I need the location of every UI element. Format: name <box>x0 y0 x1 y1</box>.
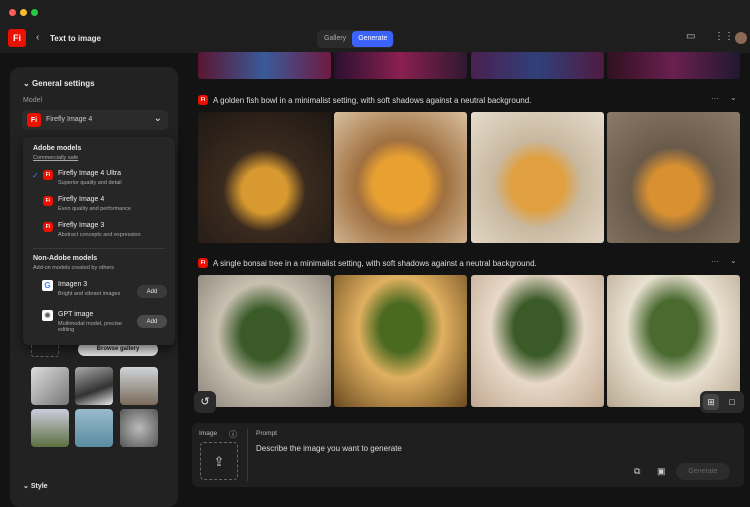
checkmark-icon: ✓ <box>32 171 39 180</box>
divider <box>247 429 248 481</box>
model-desc: Superior quality and detail <box>58 180 122 186</box>
adobe-models-title: Adobe models <box>33 145 82 152</box>
minimize-window-button[interactable] <box>20 9 27 16</box>
layout-toggle: ⊞ □ <box>700 391 744 413</box>
close-window-button[interactable] <box>9 9 16 16</box>
commercially-safe-link[interactable]: Commercially safe <box>33 155 78 161</box>
model-option[interactable]: Fi Firefly Image 3 Abstract concepts and… <box>23 220 175 246</box>
firefly-icon: Fi <box>43 196 53 206</box>
single-view-icon[interactable]: □ <box>724 394 740 410</box>
apps-grid-icon[interactable]: ⋮⋮ <box>714 31 734 42</box>
prompt-text: A golden fish bowl in a minimalist setti… <box>213 95 532 105</box>
back-chevron-icon[interactable]: ‹ <box>36 32 39 43</box>
model-desc: Abstract concepts and expression <box>58 232 141 238</box>
result-image[interactable] <box>334 52 467 79</box>
result-image[interactable] <box>471 52 604 79</box>
section-title: Style <box>30 483 48 490</box>
firefly-icon: Fi <box>198 258 208 268</box>
style-thumb[interactable] <box>75 367 113 405</box>
non-adobe-title: Non-Adobe models <box>33 255 98 262</box>
model-option: G Imagen 3 Bright and vibrant images Add <box>23 279 175 305</box>
model-label: Model <box>23 97 43 104</box>
add-gpt-image-button[interactable]: Add <box>137 315 167 328</box>
tab-gallery[interactable]: Gallery <box>318 31 352 47</box>
collapse-chevron-icon[interactable]: ⌄ <box>730 93 737 102</box>
prompt-label: Prompt <box>256 430 277 437</box>
model-desc: Bright and vibrant images <box>58 291 121 297</box>
model-option[interactable]: ✓ Fi Firefly Image 4 Ultra Superior qual… <box>23 168 175 194</box>
feedback-icon[interactable]: ▭ <box>686 31 695 42</box>
model-option: ✺ GPT image Multimodal model, precise ed… <box>23 309 175 335</box>
style-thumb[interactable] <box>31 409 69 447</box>
google-icon: G <box>42 280 53 291</box>
history-icon[interactable]: ↺ <box>194 391 216 413</box>
result-prompt: Fi A golden fish bowl in a minimalist se… <box>198 95 531 105</box>
prompt-input[interactable]: Describe the image you want to generate <box>256 444 616 453</box>
result-image[interactable] <box>607 52 740 79</box>
result-image[interactable] <box>471 112 604 243</box>
style-thumb[interactable] <box>31 367 69 405</box>
title-bar <box>0 0 750 24</box>
result-image[interactable] <box>198 275 331 407</box>
result-image[interactable] <box>607 275 740 407</box>
firefly-icon: Fi <box>43 170 53 180</box>
collapse-chevron-icon[interactable]: ⌄ <box>730 256 737 265</box>
model-desc: Multimodal model, precise editing <box>58 321 122 333</box>
firefly-icon: Fi <box>43 222 53 232</box>
style-thumb[interactable] <box>75 409 113 447</box>
result-image[interactable] <box>198 112 331 243</box>
add-imagen-button[interactable]: Add <box>137 285 167 298</box>
model-desc: Even quality and performance <box>58 206 132 212</box>
firefly-icon: Fi <box>27 113 41 127</box>
divider <box>33 248 165 249</box>
selected-model: Firefly Image 4 <box>46 116 93 123</box>
model-name: Firefly Image 4 Ultra <box>58 170 122 177</box>
prompt-bar: Image ⓘ ⇪ Prompt Describe the image you … <box>192 423 744 487</box>
composition-icon[interactable]: ▣ <box>657 466 666 477</box>
model-name: GPT image <box>58 311 94 318</box>
model-option[interactable]: Fi Firefly Image 4 Even quality and perf… <box>23 194 175 220</box>
model-name: Imagen 3 <box>58 281 88 288</box>
image-upload-icon[interactable]: ⇪ <box>200 442 238 480</box>
info-icon[interactable]: ⓘ <box>229 429 237 440</box>
prompt-text: A single bonsai tree in a minimalist set… <box>213 258 537 268</box>
style-reference-icon[interactable]: ⧉ <box>634 466 640 477</box>
generate-button[interactable]: Generate <box>676 463 730 480</box>
result-prompt: Fi A single bonsai tree in a minimalist … <box>198 258 537 268</box>
model-name: Firefly Image 4 <box>58 196 105 203</box>
result-image[interactable] <box>334 112 467 243</box>
view-switcher: Gallery Generate <box>317 30 395 48</box>
firefly-icon: Fi <box>198 95 208 105</box>
openai-icon: ✺ <box>42 310 53 321</box>
page-title[interactable]: Text to image <box>50 34 101 43</box>
section-title: General settings <box>31 79 95 88</box>
result-image[interactable] <box>334 275 467 407</box>
avatar[interactable] <box>735 32 747 44</box>
style-thumb[interactable] <box>120 367 158 405</box>
image-label: Image <box>199 430 218 437</box>
non-adobe-sub: Add-on models created by others <box>33 265 115 271</box>
style-section-toggle[interactable]: ⌄ Style <box>23 482 48 490</box>
result-image[interactable] <box>198 52 331 79</box>
model-dropdown: Adobe models Commercially safe ✓ Fi Fire… <box>23 137 175 345</box>
model-name: Firefly Image 3 <box>58 222 105 229</box>
result-image[interactable] <box>607 112 740 243</box>
style-thumb[interactable] <box>120 409 158 447</box>
more-options-icon[interactable]: ··· <box>711 94 719 103</box>
tab-generate[interactable]: Generate <box>352 31 394 47</box>
maximize-window-button[interactable] <box>31 9 38 16</box>
more-options-icon[interactable]: ··· <box>711 257 719 266</box>
result-image[interactable] <box>471 275 604 407</box>
chevron-down-icon: ⌄ <box>153 113 162 124</box>
model-select[interactable]: Fi Firefly Image 4 ⌄ <box>22 110 168 130</box>
general-settings-toggle[interactable]: ⌄ General settings <box>23 79 95 88</box>
grid-view-icon[interactable]: ⊞ <box>703 394 719 410</box>
firefly-logo[interactable]: Fi <box>8 29 26 47</box>
